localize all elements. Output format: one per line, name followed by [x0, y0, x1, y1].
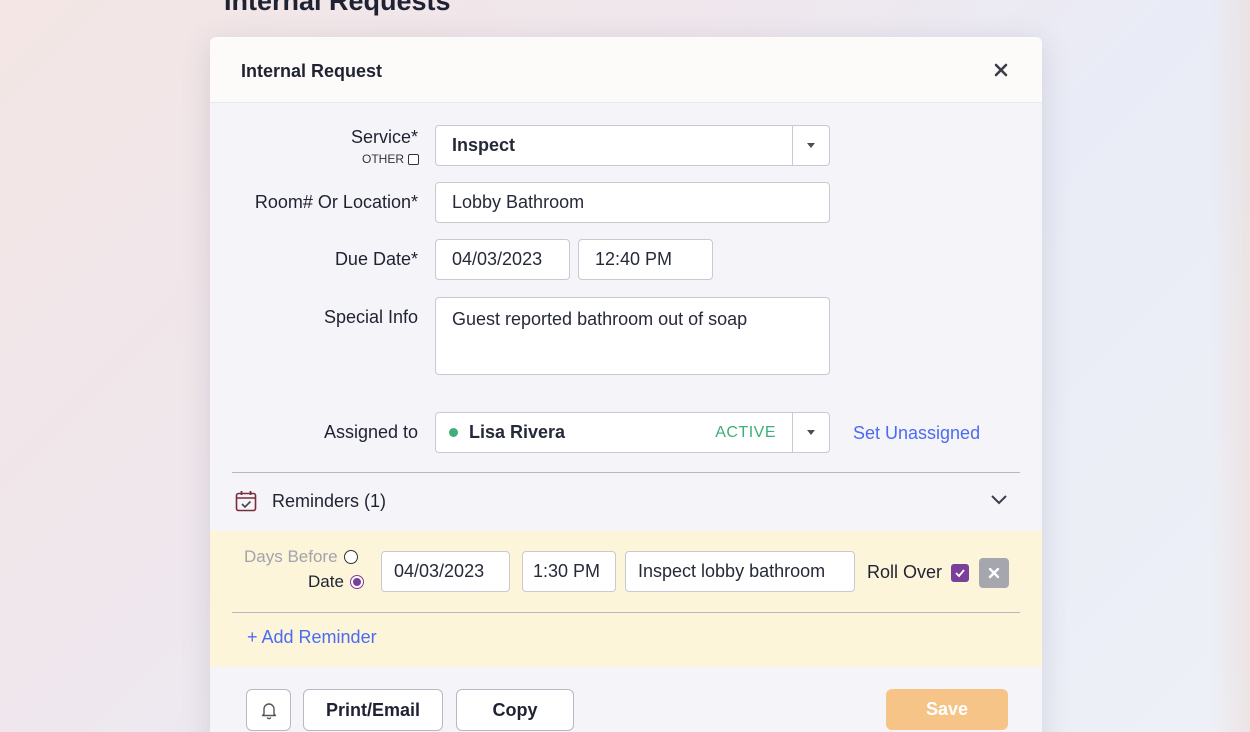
- assignee-select[interactable]: Lisa Rivera ACTIVE: [435, 412, 830, 453]
- service-other-label: OTHER: [362, 152, 404, 166]
- close-icon: [994, 63, 1008, 77]
- background-shade: [1210, 0, 1250, 732]
- reminder-date-input[interactable]: 04/03/2023: [381, 551, 510, 592]
- days-before-radio[interactable]: [343, 550, 358, 564]
- date-option-label: Date: [308, 572, 344, 591]
- days-before-option[interactable]: Days Before: [244, 547, 358, 567]
- chevron-down-icon[interactable]: [792, 413, 829, 452]
- roll-over-checkbox[interactable]: [951, 564, 969, 582]
- assigned-label: Assigned to: [323, 422, 418, 442]
- remove-reminder-button[interactable]: [979, 558, 1009, 588]
- reminder-time-input[interactable]: 1:30 PM: [522, 551, 616, 592]
- date-option[interactable]: Date: [308, 572, 364, 592]
- reminder-text-input[interactable]: Inspect lobby bathroom: [625, 551, 855, 592]
- save-button[interactable]: Save: [886, 689, 1008, 730]
- bell-icon: [261, 703, 276, 720]
- page-title: Internal Requests: [224, 0, 451, 16]
- reminders-header[interactable]: Reminders (1): [210, 473, 1042, 531]
- days-before-label: Days Before: [244, 547, 338, 566]
- special-info-label: Special Info: [323, 307, 418, 327]
- due-date-label: Due Date*: [334, 249, 418, 269]
- modal-header: Internal Request: [210, 37, 1042, 103]
- internal-request-modal: Internal Request Service* OTHER Inspect …: [210, 37, 1042, 732]
- add-reminder-link[interactable]: + Add Reminder: [247, 627, 377, 648]
- reminder-text-value: Inspect lobby bathroom: [638, 561, 826, 581]
- reminder-date-value: 04/03/2023: [394, 561, 485, 581]
- status-dot-icon: [449, 428, 458, 437]
- notify-button[interactable]: [246, 689, 291, 731]
- modal-title: Internal Request: [241, 61, 383, 81]
- date-radio[interactable]: [349, 575, 364, 589]
- due-time-input[interactable]: 12:40 PM: [578, 239, 713, 280]
- close-icon: [988, 567, 1000, 579]
- chevron-down-icon[interactable]: [990, 494, 1008, 506]
- set-unassigned-link[interactable]: Set Unassigned: [853, 423, 980, 444]
- print-email-button[interactable]: Print/Email: [303, 689, 443, 731]
- service-label: Service*: [350, 127, 418, 147]
- assignee-name: Lisa Rivera: [469, 422, 566, 442]
- service-other-toggle[interactable]: OTHER: [362, 152, 419, 166]
- checkmark-icon: [955, 569, 965, 578]
- reminders-title: Reminders (1): [272, 491, 387, 511]
- location-label: Room# Or Location*: [254, 192, 418, 212]
- location-value: Lobby Bathroom: [452, 192, 585, 212]
- service-other-checkbox[interactable]: [408, 153, 419, 165]
- service-value: Inspect: [452, 135, 516, 155]
- due-time-value: 12:40 PM: [595, 249, 673, 269]
- divider: [232, 612, 1020, 613]
- due-date-input[interactable]: 04/03/2023: [435, 239, 570, 280]
- due-date-value: 04/03/2023: [452, 249, 543, 269]
- special-info-textarea[interactable]: Guest reported bathroom out of soap: [435, 297, 830, 375]
- reminders-panel: Days Before Date 04/03/2023 1:30 PM Insp…: [210, 531, 1042, 667]
- special-info-value: Guest reported bathroom out of soap: [452, 309, 748, 329]
- roll-over-label: Roll Over: [867, 562, 943, 582]
- copy-button[interactable]: Copy: [456, 689, 574, 731]
- service-select[interactable]: Inspect: [435, 125, 830, 166]
- location-input[interactable]: Lobby Bathroom: [435, 182, 830, 223]
- chevron-down-icon[interactable]: [792, 126, 829, 165]
- reminder-time-value: 1:30 PM: [533, 561, 601, 581]
- close-button[interactable]: [986, 55, 1016, 85]
- assignee-status-badge: ACTIVE: [715, 423, 776, 441]
- calendar-check-icon: [235, 491, 257, 512]
